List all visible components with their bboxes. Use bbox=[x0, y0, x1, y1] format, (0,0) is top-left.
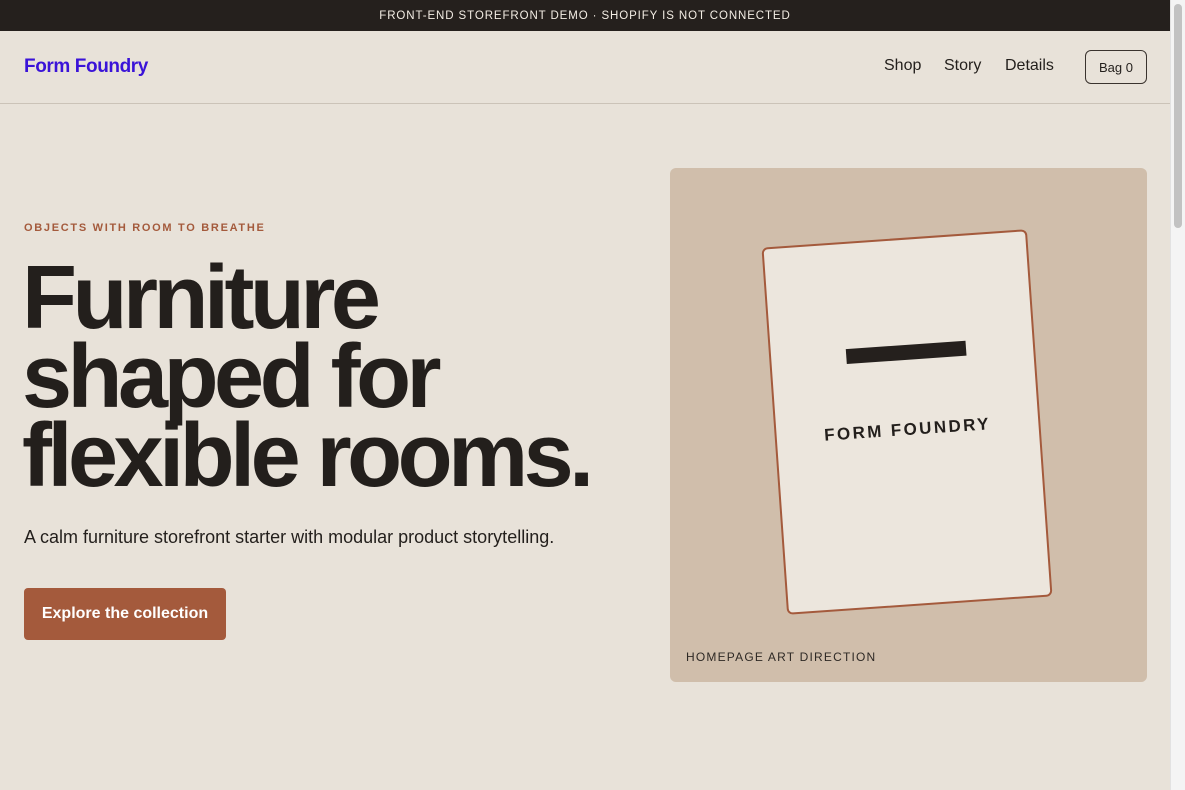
nav-link-details[interactable]: Details bbox=[1005, 57, 1054, 75]
page-scrollbar[interactable] bbox=[1170, 0, 1185, 790]
hero-subcopy: A calm furniture storefront starter with… bbox=[24, 527, 555, 547]
art-bar-mark bbox=[845, 340, 967, 365]
brand-logo-link[interactable]: Form Foundry bbox=[24, 56, 148, 78]
bag-button[interactable]: Bag 0 bbox=[1085, 50, 1147, 84]
nav-link-story[interactable]: Story bbox=[944, 57, 981, 75]
scrollbar-thumb[interactable] bbox=[1174, 4, 1182, 228]
art-card: FORM FOUNDRY bbox=[761, 229, 1053, 615]
headline-line-3: flexible rooms. bbox=[22, 406, 594, 506]
announcement-text: FRONT-END STOREFRONT DEMO · SHOPIFY IS N… bbox=[379, 9, 791, 22]
page: FRONT-END STOREFRONT DEMO · SHOPIFY IS N… bbox=[0, 0, 1170, 790]
art-caption: HOMEPAGE ART DIRECTION bbox=[686, 650, 877, 664]
hero-art-panel: FORM FOUNDRY HOMEPAGE ART DIRECTION bbox=[670, 168, 1147, 682]
site-header: Form Foundry Shop Story Details Bag 0 bbox=[0, 31, 1170, 104]
hero-eyebrow: OBJECTS WITH ROOM TO BREATHE bbox=[24, 222, 266, 234]
art-card-wordmark: FORM FOUNDRY bbox=[823, 414, 992, 445]
hero-headline: Furniture shaped for flexible rooms. bbox=[22, 253, 642, 501]
explore-collection-button[interactable]: Explore the collection bbox=[24, 588, 226, 640]
announcement-bar: FRONT-END STOREFRONT DEMO · SHOPIFY IS N… bbox=[0, 0, 1170, 31]
nav-link-shop[interactable]: Shop bbox=[884, 57, 921, 75]
